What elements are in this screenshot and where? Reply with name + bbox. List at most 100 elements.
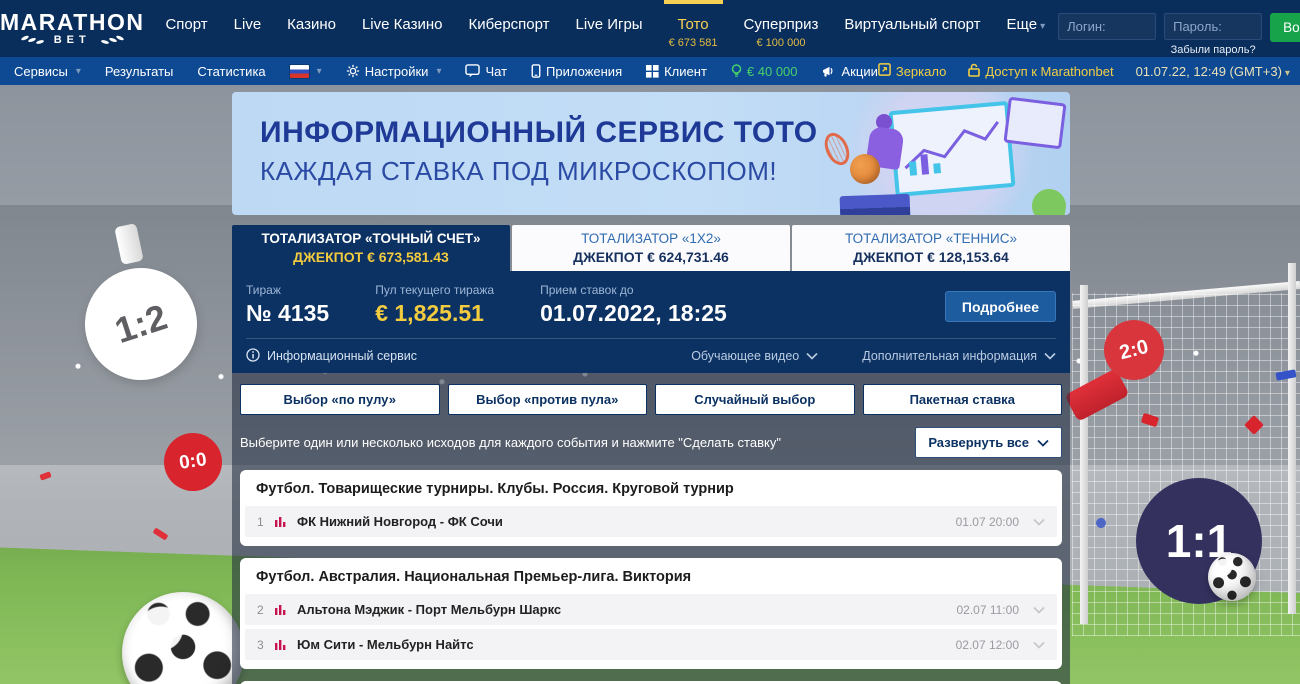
bar-chart-icon [275,639,287,651]
forgot-password-link[interactable]: Забыли пароль? [1171,44,1256,56]
match-row[interactable]: 1ФК Нижний Новгород - ФК Сочи01.07 20:00 [245,506,1057,537]
nav-item-6[interactable]: Live Игры [563,0,656,57]
nav-item-label: Киберспорт [468,16,549,34]
nav-item-4[interactable]: Live Казино [349,0,455,57]
tab-title: ТОТАЛИЗАТОР «ТЕННИС» [845,231,1017,246]
chevron-down-icon [1037,435,1049,450]
subnav-item-flag-ru[interactable]: ▾ [290,65,322,78]
subnav-item-1[interactable]: Сервисы ▾ [14,64,81,79]
subnav-item-2[interactable]: Результаты [105,64,173,79]
confetti [39,471,51,480]
nav-item-2[interactable]: Live [221,0,275,57]
tab-totalizator-2[interactable]: ТОТАЛИЗАТОР «1X2»ДЖЕКПОТ € 624,731.46 [512,225,790,271]
lock-icon [968,63,980,80]
nav-item-10[interactable]: Еще▾ [994,0,1059,57]
bets-section: Выбор «по пулу» Выбор «против пула»Случай… [232,373,1070,684]
datetime-dropdown[interactable]: 01.07.22, 12:49 (GMT+3)▾ [1136,64,1290,79]
access-link[interactable]: Доступ к Marathonbet [968,63,1113,80]
draw-panel: Тираж № 4135 Пул текущего тиража € 1,825… [232,271,1070,373]
nav-item-8[interactable]: Суперприз€ 100 000 [731,0,832,57]
totalizator-tabs: ТОТАЛИЗАТОР «ТОЧНЫЙ СЧЕТ»ДЖЕКПОТ € 673,5… [232,225,1070,271]
nav-item-label: Live [234,16,262,34]
nav-item-amount: € 100 000 [744,37,819,49]
subnav-item-megaphone[interactable]: Акции [822,64,878,79]
subnav-item-chat[interactable]: Чат [465,64,507,79]
confetti [153,527,169,540]
bar-chart-icon [275,604,287,616]
secondary-nav-right: Зеркало Доступ к Marathonbet 01.07.22, 1… [878,62,1300,80]
marathonbet-logo[interactable]: MARATHON BET [0,0,144,57]
nav-item-3[interactable]: Казино [274,0,349,57]
nav-item-label: Тото [669,16,718,34]
subnav-item-label: Результаты [105,64,173,79]
password-input[interactable] [1164,13,1262,40]
tab-totalizator-1[interactable]: ТОТАЛИЗАТОР «ТОЧНЫЙ СЧЕТ»ДЖЕКПОТ € 673,5… [232,225,510,271]
match-teams: ФК Нижний Новгород - ФК Сочи [297,514,503,529]
info-icon [246,348,260,365]
subnav-item-gear[interactable]: Настройки ▾ [346,64,442,79]
nav-item-label: Live Игры [576,16,643,34]
subnav-item-3[interactable]: Статистика [197,64,265,79]
match-groups: Футбол. Товарищеские турниры. Клубы. Рос… [240,470,1062,684]
main-nav: Спорт Live Казино Live Казино Киберспорт Live… [144,0,1058,57]
info-service-link[interactable]: Информационный сервис [246,348,417,365]
subnav-item-label: Сервисы [14,64,68,79]
caret-down-icon: ▾ [76,66,81,77]
chevron-down-icon [806,349,818,363]
banner-title: ИНФОРМАЦИОННЫЙ СЕРВИС ТОТО [260,116,818,150]
megaphone-icon [822,65,837,78]
logo-text: MARATHON [0,11,144,33]
phone-icon [531,64,541,78]
tab-title: ТОТАЛИЗАТОР «1X2» [581,231,721,246]
match-time: 02.07 11:00 [956,603,1019,617]
nav-item-label: Казино [287,16,336,34]
caret-down-icon: ▾ [317,66,322,77]
chevron-down-icon[interactable] [1033,518,1045,526]
subnav-item-label: Настройки [365,64,429,79]
banner-subtitle: КАЖДАЯ СТАВКА ПОД МИКРОСКОПОМ! [260,156,818,187]
details-button[interactable]: Подробнее [945,291,1056,322]
match-group-card: Футбол. Товарищеские турниры. Клубы. Рос… [240,470,1062,546]
toto-info-banner[interactable]: ИНФОРМАЦИОННЫЙ СЕРВИС ТОТО КАЖДАЯ СТАВКА… [232,92,1070,215]
match-number: 3 [257,638,273,652]
draw-number: Тираж № 4135 [246,283,329,327]
match-number: 2 [257,603,273,617]
bet-mode-button-1[interactable]: Выбор «по пулу» [240,384,440,415]
expand-all-button[interactable]: Развернуть все [915,427,1062,458]
caret-down-icon: ▾ [436,66,441,77]
mirror-link[interactable]: Зеркало [878,63,946,79]
nav-item-1[interactable]: Спорт [152,0,220,57]
flag-ru-icon [290,65,309,78]
nav-item-label: Виртуальный спорт [844,16,980,34]
subnav-item-label: Клиент [664,64,707,79]
subnav-item-label: € 40 000 [747,64,798,79]
chevron-down-icon[interactable] [1033,641,1045,649]
secondary-nav-left: Сервисы ▾ Результаты Статистика ▾ Настройки ▾ Ч… [14,64,878,79]
account-area: Забыли пароль? Войти Регистрация [1058,0,1300,57]
match-group-title: Футбол. Товарищеские турниры. Клубы. Рос… [240,470,1062,506]
subnav-item-bulb[interactable]: € 40 000 [731,64,798,79]
match-row[interactable]: 2Альтона Мэджик - Порт Мельбурн Шаркс02.… [245,594,1057,625]
bet-mode-button-3[interactable]: Случайный выбор [655,384,855,415]
bet-mode-button-4[interactable]: Пакетная ставка [863,384,1063,415]
chevron-down-icon [1044,349,1056,363]
main-content: ИНФОРМАЦИОННЫЙ СЕРВИС ТОТО КАЖДАЯ СТАВКА… [232,92,1070,684]
chevron-down-icon[interactable] [1033,606,1045,614]
nav-item-label: Еще▾ [1007,16,1046,36]
login-input[interactable] [1058,13,1156,40]
subnav-item-label: Приложения [546,64,622,79]
login-button[interactable]: Войти [1270,13,1300,42]
nav-item-5[interactable]: Киберспорт [455,0,562,57]
bet-mode-button-2[interactable]: Выбор «против пула» [448,384,648,415]
tab-totalizator-3[interactable]: ТОТАЛИЗАТОР «ТЕННИС»ДЖЕКПОТ € 128,153.64 [792,225,1070,271]
extra-info-link[interactable]: Дополнительная информация [862,349,1056,363]
nav-item-7[interactable]: Тото€ 673 581 [656,0,731,57]
subnav-item-phone[interactable]: Приложения [531,64,622,79]
nav-item-9[interactable]: Виртуальный спорт [831,0,993,57]
tutorial-video-link[interactable]: Обучающее видео [691,349,818,363]
draw-deadline: Прием ставок до 01.07.2022, 18:25 [540,283,727,327]
subnav-item-label: Статистика [197,64,265,79]
subnav-item-label: Акции [842,64,878,79]
match-row[interactable]: 3Юм Сити - Мельбурн Найтс02.07 12:00 [245,629,1057,660]
subnav-item-grid[interactable]: Клиент [646,64,707,79]
